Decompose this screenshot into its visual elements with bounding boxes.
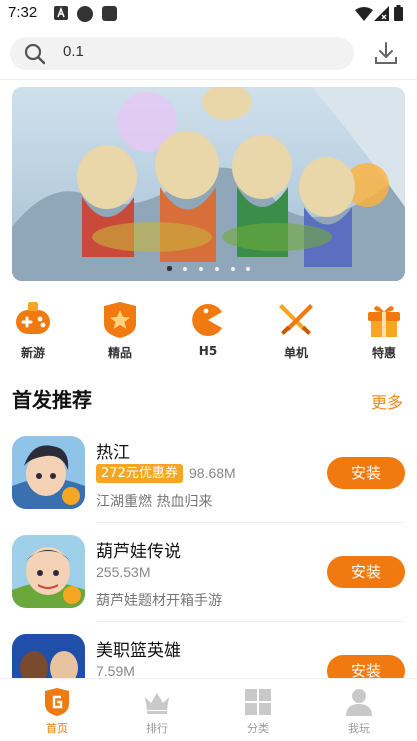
promo-banner[interactable] <box>12 87 405 281</box>
tab-category[interactable]: 分类 <box>223 679 293 741</box>
game-size: 7.59M <box>96 663 135 679</box>
home-shield-icon <box>45 688 69 716</box>
header-divider <box>0 79 417 80</box>
install-button[interactable]: 安装 <box>327 457 405 489</box>
game-icon <box>12 535 85 608</box>
download-icon <box>375 42 397 64</box>
banner-dot[interactable] <box>199 267 203 271</box>
coupon-badge: 272元优惠券 <box>96 464 183 483</box>
status-time: 7:32 <box>8 4 38 21</box>
game-name: 美职篮英雄 <box>96 641 181 661</box>
banner-dot[interactable] <box>231 267 235 271</box>
game-size: 98.68M <box>189 465 236 481</box>
game-size: 255.53M <box>96 564 151 580</box>
category-premium[interactable]: 精品 <box>90 300 150 360</box>
gamepad-icon <box>16 302 50 334</box>
status-bar: 7:32 <box>0 0 417 28</box>
category-deals[interactable]: 特惠 <box>354 300 414 360</box>
category-single-player[interactable]: 单机 <box>266 300 326 360</box>
crown-icon <box>145 693 169 714</box>
category-label: 新游 <box>20 346 45 360</box>
notification-a-icon <box>54 6 68 20</box>
category-label: 特惠 <box>371 346 396 360</box>
category-label: 精品 <box>107 346 132 360</box>
star-badge-icon <box>104 302 136 338</box>
tab-label: 分类 <box>247 722 269 735</box>
gift-icon <box>368 306 400 337</box>
tab-ranking[interactable]: 排行 <box>122 679 192 741</box>
banner-dot[interactable] <box>215 267 219 271</box>
tab-label: 排行 <box>146 722 168 735</box>
search-bar[interactable]: 0.1 <box>10 37 354 70</box>
download-button[interactable] <box>372 40 400 68</box>
tab-my-games[interactable]: 我玩 <box>324 679 394 741</box>
bottom-navigation: 首页 排行 分类 我玩 <box>0 678 417 741</box>
wifi-icon <box>355 7 373 21</box>
category-label: 单机 <box>283 346 308 360</box>
battery-icon <box>394 5 403 21</box>
game-description: 葫芦娃题材开箱手游 <box>96 593 222 609</box>
user-icon <box>346 689 372 716</box>
grid-icon <box>245 689 271 715</box>
signal-icon <box>374 6 389 21</box>
banner-dot-active[interactable] <box>167 266 172 271</box>
row-divider <box>96 621 405 622</box>
tab-label: 首页 <box>46 722 68 735</box>
row-divider <box>96 522 405 523</box>
notification-square-icon <box>102 6 117 21</box>
tab-label: 我玩 <box>348 722 370 735</box>
search-icon <box>24 43 46 65</box>
banner-dot[interactable] <box>246 267 250 271</box>
section-title: 首发推荐 <box>12 388 92 412</box>
crossed-swords-icon <box>279 304 313 335</box>
more-link[interactable]: 更多 <box>371 389 403 413</box>
install-button[interactable]: 安装 <box>327 556 405 588</box>
game-row[interactable]: 葫芦娃传说 255.53M 葫芦娃题材开箱手游 安装 <box>0 524 417 622</box>
game-icon <box>12 436 85 509</box>
banner-artwork <box>12 87 405 281</box>
game-description: 江湖重燃 热血归来 <box>96 494 213 510</box>
game-name: 热江 <box>96 443 130 463</box>
category-new-games[interactable]: 新游 <box>3 300 63 360</box>
category-label: H5 <box>198 344 218 358</box>
search-input[interactable]: 0.1 <box>63 43 84 60</box>
game-name: 葫芦娃传说 <box>96 542 181 562</box>
tab-home[interactable]: 首页 <box>22 679 92 741</box>
banner-dot[interactable] <box>183 267 187 271</box>
category-h5[interactable]: H5 <box>178 300 238 360</box>
notification-circle-icon <box>77 6 93 22</box>
pacman-icon <box>192 304 222 336</box>
game-row[interactable]: 热江 272元优惠券 98.68M 江湖重燃 热血归来 安装 <box>0 425 417 523</box>
